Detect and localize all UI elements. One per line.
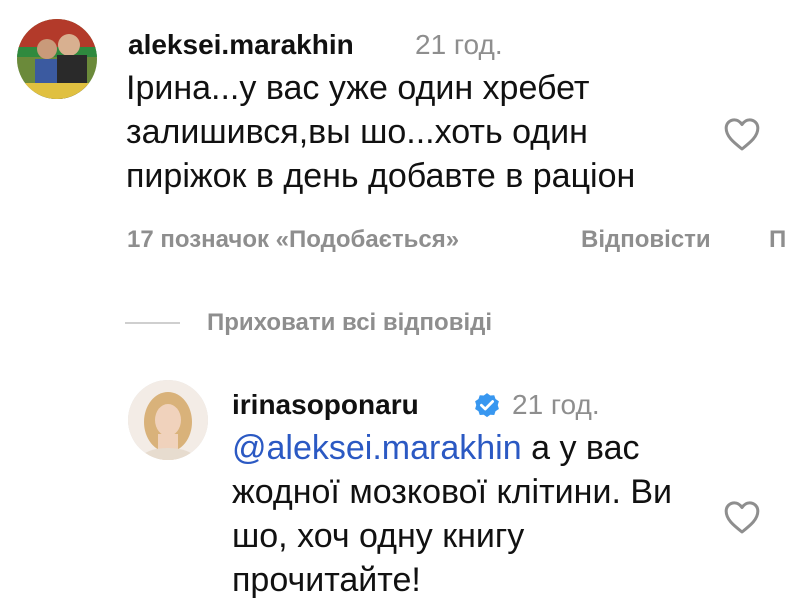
reply-timestamp: 21 год. (512, 389, 600, 420)
comment-line: пиріжок в день добавте в раціон (126, 157, 636, 195)
comment-body: Ірина...у вас уже один хребет залишився,… (126, 66, 726, 198)
comment-line: залишився,вы шо...хоть один (126, 113, 588, 151)
avatar-photo (17, 19, 97, 99)
reply-avatar-photo (128, 380, 208, 460)
more-options-truncated[interactable]: П (769, 226, 786, 254)
avatar[interactable] (17, 19, 97, 99)
comment-timestamp: 21 год. (415, 29, 503, 60)
mention-link[interactable]: @aleksei.marakhin (232, 429, 522, 467)
comment-line: Ірина...у вас уже один хребет (126, 69, 590, 107)
reply-line: жодної мозкової клітини. Ви (232, 473, 673, 511)
like-heart-icon[interactable] (722, 114, 762, 154)
replies-divider (125, 322, 180, 324)
reply-avatar[interactable] (128, 380, 208, 460)
hide-replies-button[interactable]: Приховати всі відповіді (207, 309, 492, 337)
likes-count[interactable]: 17 позначок «Подобається» (127, 226, 459, 254)
verified-badge-icon (472, 390, 502, 420)
reply-body: @aleksei.marakhin а у вас жодної мозково… (232, 426, 712, 602)
comment-username[interactable]: aleksei.marakhin (128, 29, 354, 61)
reply-line: а у вас (521, 429, 640, 467)
reply-like-heart-icon[interactable] (722, 497, 762, 537)
reply-button[interactable]: Відповісти (581, 226, 711, 254)
reply-line: прочитайте! (232, 561, 421, 599)
reply-line: шо, хоч одну книгу (232, 517, 525, 555)
reply-username[interactable]: irinasoponaru (232, 389, 419, 421)
